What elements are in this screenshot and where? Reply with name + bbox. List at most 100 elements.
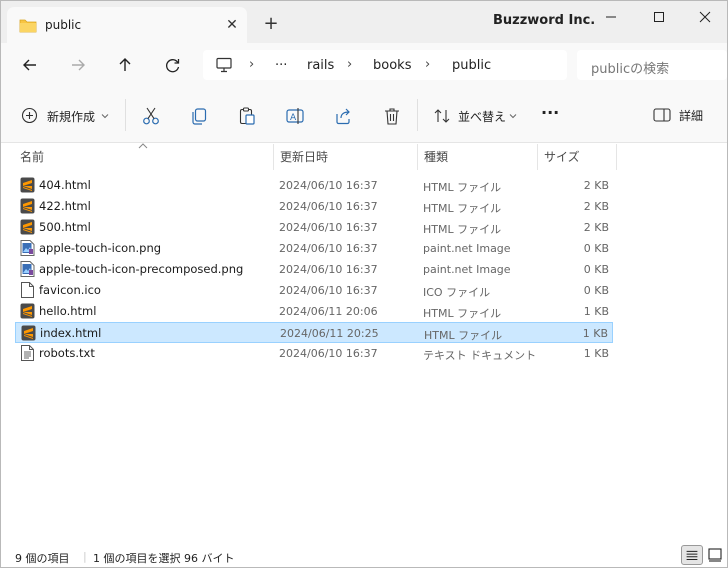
breadcrumb-separator: › xyxy=(347,57,353,72)
file-size: 2 KB xyxy=(583,221,609,234)
breadcrumb-public[interactable]: public xyxy=(452,58,491,73)
sublime-html-icon xyxy=(20,219,35,235)
file-row[interactable]: 500.html 2024/06/10 16:37 HTML ファイル 2 KB xyxy=(15,217,613,238)
copy-icon[interactable] xyxy=(189,105,209,127)
share-icon[interactable] xyxy=(333,105,353,127)
column-header-name[interactable]: 名前 xyxy=(20,144,44,170)
file-type: テキスト ドキュメント xyxy=(423,349,537,362)
file-name: 422.html xyxy=(39,199,91,213)
column-divider[interactable] xyxy=(417,144,418,170)
forward-arrow-icon[interactable] xyxy=(65,53,91,77)
file-size: 0 KB xyxy=(583,284,609,297)
file-row[interactable]: 422.html 2024/06/10 16:37 HTML ファイル 2 KB xyxy=(15,196,613,217)
tab-close-icon[interactable]: ✕ xyxy=(222,15,242,35)
command-toolbar: 新規作成 A 並べ替え ··· 詳細 xyxy=(1,87,727,143)
breadcrumb-more[interactable]: ··· xyxy=(275,58,287,73)
status-bar: 9 個の項目 | 1 個の項目を選択 96 バイト xyxy=(1,541,727,567)
file-row[interactable]: favicon.ico 2024/06/10 16:37 ICO ファイル 0 KB xyxy=(15,280,613,301)
sort-ascending-caret-icon xyxy=(138,143,148,149)
file-size: 2 KB xyxy=(583,179,609,192)
sublime-html-icon xyxy=(20,303,35,319)
paste-icon[interactable] xyxy=(237,105,257,127)
file-modified-date: 2024/06/10 16:37 xyxy=(279,347,378,360)
file-type: paint.net Image xyxy=(423,242,511,255)
file-type: HTML ファイル xyxy=(423,223,502,236)
brand-label: Buzzword Inc. xyxy=(493,13,596,28)
item-count: 9 個の項目 xyxy=(15,552,70,565)
cut-icon[interactable] xyxy=(141,105,161,127)
breadcrumb-separator: › xyxy=(425,57,431,72)
file-size: 0 KB xyxy=(583,263,609,276)
file-modified-date: 2024/06/10 16:37 xyxy=(279,221,378,234)
large-icons-view-icon[interactable] xyxy=(704,545,726,565)
file-row[interactable]: index.html 2024/06/11 20:25 HTML ファイル 1 KB xyxy=(15,322,613,343)
file-type: HTML ファイル xyxy=(424,329,503,342)
file-row[interactable]: robots.txt 2024/06/10 16:37 テキスト ドキュメント 1 K… xyxy=(15,343,613,364)
file-size: 1 KB xyxy=(583,347,609,360)
sublime-html-icon xyxy=(21,325,36,341)
file-name: hello.html xyxy=(39,304,97,318)
new-label: 新規作成 xyxy=(47,110,96,124)
delete-icon[interactable] xyxy=(382,105,402,127)
breadcrumb-books[interactable]: books xyxy=(373,58,411,73)
file-modified-date: 2024/06/10 16:37 xyxy=(279,242,378,255)
close-window-icon[interactable] xyxy=(693,7,717,27)
details-label: 詳細 xyxy=(679,109,704,123)
file-row[interactable]: hello.html 2024/06/11 20:06 HTML ファイル 1 KB xyxy=(15,301,613,322)
address-bar[interactable]: › ··· rails › books › public xyxy=(203,50,567,80)
minimize-icon[interactable] xyxy=(599,7,623,27)
more-options-button[interactable]: ··· xyxy=(541,103,559,125)
column-divider[interactable] xyxy=(616,144,617,170)
title-bar: public ✕ + Buzzword Inc. xyxy=(1,1,727,43)
file-name: index.html xyxy=(40,326,102,340)
breadcrumb-rails[interactable]: rails xyxy=(307,58,334,73)
new-button[interactable]: 新規作成 xyxy=(21,105,111,127)
toolbar-divider xyxy=(125,99,126,131)
file-name: favicon.ico xyxy=(39,283,101,297)
file-modified-date: 2024/06/11 20:06 xyxy=(279,305,378,318)
details-button[interactable]: 詳細 xyxy=(653,105,713,127)
file-size: 1 KB xyxy=(582,327,608,340)
new-tab-button[interactable]: + xyxy=(260,13,282,35)
file-size: 1 KB xyxy=(583,305,609,318)
column-divider[interactable] xyxy=(273,144,274,170)
file-name: 404.html xyxy=(39,178,91,192)
folder-icon xyxy=(19,19,37,33)
status-divider: | xyxy=(83,550,87,563)
back-arrow-icon[interactable] xyxy=(17,53,43,77)
chevron-down-icon xyxy=(509,114,517,119)
file-type: HTML ファイル xyxy=(423,307,502,320)
refresh-icon[interactable] xyxy=(160,53,186,77)
column-header-type[interactable]: 種類 xyxy=(424,144,448,170)
file-row[interactable]: 404.html 2024/06/10 16:37 HTML ファイル 2 KB xyxy=(15,175,613,196)
rename-icon[interactable]: A xyxy=(285,105,305,127)
selection-info: 1 個の項目を選択 96 バイト xyxy=(93,552,235,565)
file-modified-date: 2024/06/10 16:37 xyxy=(279,179,378,192)
svg-text:A: A xyxy=(290,113,297,123)
tab-public[interactable]: public ✕ xyxy=(7,7,247,43)
image-file-icon xyxy=(20,240,35,256)
column-divider[interactable] xyxy=(537,144,538,170)
sort-button[interactable]: 並べ替え xyxy=(433,105,523,127)
file-list-view: 名前 更新日時 種類 サイズ 404.html 2024/06/10 16:37 H… xyxy=(1,143,727,541)
this-pc-icon[interactable] xyxy=(215,57,233,73)
maximize-icon[interactable] xyxy=(647,7,671,27)
file-row[interactable]: apple-touch-icon-precomposed.png 2024/06/… xyxy=(15,259,613,280)
navigation-bar: › ··· rails › books › public publicの検索 xyxy=(1,43,727,87)
breadcrumb-separator: › xyxy=(249,57,255,72)
image-file-icon xyxy=(20,261,35,277)
sort-arrows-icon xyxy=(434,109,450,123)
file-modified-date: 2024/06/10 16:37 xyxy=(279,263,378,276)
details-pane-icon xyxy=(653,108,671,122)
column-header-size[interactable]: サイズ xyxy=(544,144,580,170)
file-modified-date: 2024/06/11 20:25 xyxy=(280,327,379,340)
search-box[interactable]: publicの検索 xyxy=(577,50,727,80)
file-type: paint.net Image xyxy=(423,263,511,276)
file-name: 500.html xyxy=(39,220,91,234)
details-view-icon[interactable] xyxy=(681,545,703,565)
file-modified-date: 2024/06/10 16:37 xyxy=(279,284,378,297)
file-row[interactable]: apple-touch-icon.png 2024/06/10 16:37 pain… xyxy=(15,238,613,259)
column-header-date[interactable]: 更新日時 xyxy=(280,144,328,170)
up-arrow-icon[interactable] xyxy=(112,53,138,77)
toolbar-divider xyxy=(417,99,418,131)
